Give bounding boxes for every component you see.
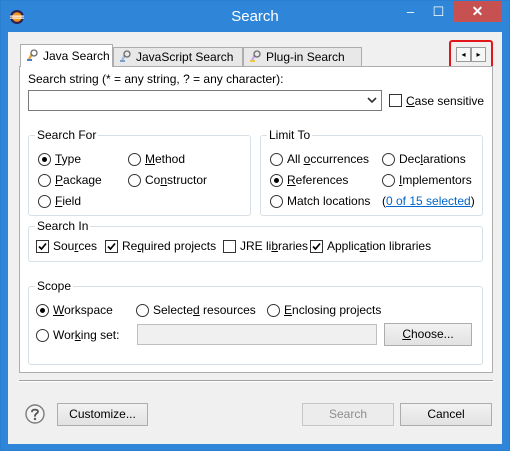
application-libraries-checkbox[interactable] [310,240,323,253]
tab-scroll-left-button[interactable]: ◂ [456,47,471,62]
close-button[interactable]: ✕ [454,1,501,22]
search-in-title: Search In [35,219,91,233]
search-for-constructor-label: Constructor [145,173,208,187]
sources-checkbox[interactable] [36,240,49,253]
search-for-package-label: Package [55,173,102,187]
search-dialog: Search – ☐ ✕ Java Search JavaScript Sear… [0,0,510,451]
limit-implementors-label: Implementors [399,173,472,187]
javascript-search-icon [120,50,131,62]
scope-selected-resources-label: Selected resources [153,303,256,317]
scope-workspace-label: Workspace [53,303,113,317]
search-for-type-radio[interactable] [38,153,51,166]
required-projects-label: Required projects [122,239,217,253]
search-for-title: Search For [35,128,99,142]
limit-all-occurrences-radio[interactable] [270,153,283,166]
chevron-down-icon[interactable] [366,93,378,108]
jre-libraries-label: JRE libraries [240,239,309,253]
limit-match-locations-radio[interactable] [270,195,283,208]
search-for-field-radio[interactable] [38,195,51,208]
tab-javascript-search-label: JavaScript Search [136,50,234,64]
search-for-group: Search For Type Method Package Construct… [28,128,251,216]
tab-scroll-highlight: ◂ ▸ [449,40,493,69]
limit-declarations-radio[interactable] [382,153,395,166]
tab-java-search[interactable]: Java Search [20,44,113,67]
search-string-combo[interactable] [28,90,382,111]
limit-implementors-radio[interactable] [382,174,395,187]
java-search-icon [27,49,38,61]
scope-title: Scope [35,279,74,293]
scope-enclosing-projects-label: Enclosing projects [284,303,382,317]
customize-button[interactable]: Customize... [57,403,148,426]
help-icon[interactable] [25,404,45,424]
scope-working-set-label: Working set: [53,328,120,342]
limit-all-occurrences-label: All occurrences [287,152,370,166]
case-sensitive-label: Case sensitive [406,94,485,108]
search-for-constructor-radio[interactable] [128,174,141,187]
limit-references-radio[interactable] [270,174,283,187]
search-button[interactable]: Search [302,403,394,426]
limit-match-locations-label: Match locations [287,194,371,208]
title-bar[interactable]: Search – ☐ ✕ [1,1,509,32]
tab-scroll-right-button[interactable]: ▸ [471,47,486,62]
search-for-method-label: Method [145,152,186,166]
limit-to-title: Limit To [267,128,313,142]
required-projects-checkbox[interactable] [105,240,118,253]
match-locations-link[interactable]: 0 of 15 selected [386,194,471,208]
match-locations-selection: (0 of 15 selected) [382,194,475,208]
limit-references-label: References [287,173,349,187]
case-sensitive-checkbox[interactable] [389,94,402,107]
limit-to-group: Limit To All occurrences Declarations Re… [260,128,483,216]
footer-separator [19,380,493,382]
scope-workspace-radio[interactable] [36,304,49,317]
java-search-panel: Search string (* = any string, ? = any c… [19,66,493,373]
plugin-search-icon [250,50,261,62]
choose-button[interactable]: Choose... [384,323,472,346]
minimize-button[interactable]: – [397,1,424,22]
tab-javascript-search[interactable]: JavaScript Search [113,47,243,66]
search-for-type-label: Type [55,152,82,166]
scope-selected-resources-radio[interactable] [136,304,149,317]
application-libraries-label: Application libraries [327,239,432,253]
search-string-label: Search string (* = any string, ? = any c… [28,72,284,86]
search-in-group: Search In Sources Required projects JRE … [28,219,483,262]
working-set-field [137,324,377,345]
cancel-button[interactable]: Cancel [400,403,492,426]
scope-working-set-radio[interactable] [36,329,49,342]
dialog-client-area: Java Search JavaScript Search Plug-in Se… [8,32,502,444]
tab-java-search-label: Java Search [43,49,110,63]
scope-enclosing-projects-radio[interactable] [267,304,280,317]
sources-label: Sources [53,239,98,253]
limit-declarations-label: Declarations [399,152,466,166]
tab-plugin-search[interactable]: Plug-in Search [243,47,362,66]
search-for-field-label: Field [55,194,82,208]
search-for-method-radio[interactable] [128,153,141,166]
search-for-package-radio[interactable] [38,174,51,187]
tab-plugin-search-label: Plug-in Search [266,50,345,64]
jre-libraries-checkbox[interactable] [223,240,236,253]
scope-group: Scope Workspace Selected resources Enclo… [28,279,483,365]
maximize-button[interactable]: ☐ [425,1,452,22]
